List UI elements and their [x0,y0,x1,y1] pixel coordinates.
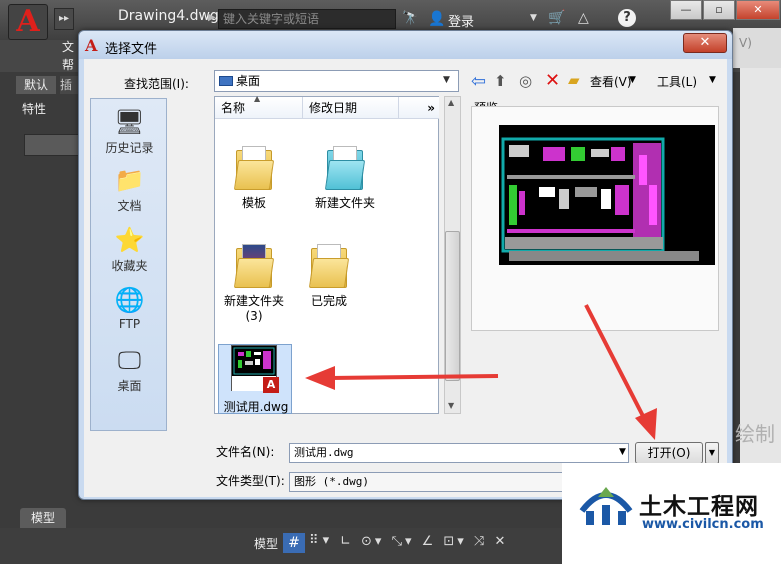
new-folder-icon[interactable]: ▰ [568,71,580,89]
history-icon: 🖥 [114,108,145,136]
favorites-icon: ⭐ [114,226,145,254]
filetype-label: 文件类型(T): [216,474,285,488]
binoculars-icon[interactable]: 🔭 [402,11,418,26]
watermark-url: www.civilcn.com [642,517,764,532]
a360-icon[interactable]: △ [578,10,589,26]
document-title: Drawing4.dwg [118,8,219,24]
view-menu[interactable]: 查看(V) [590,73,632,90]
dialog-close-button[interactable]: ✕ [683,33,727,53]
drawing-preview [499,125,715,265]
documents-icon: 📁 [114,166,145,194]
look-in-value: 桌面 [236,74,261,88]
user-icon[interactable]: 👤 [428,11,445,27]
delete-icon[interactable]: ✕ [545,70,560,91]
background-text: 绘制 [735,422,775,446]
cart-icon[interactable]: 🛒 [548,10,565,26]
autocad-file-badge-icon: A [263,377,279,393]
chevron-down-icon[interactable]: ▼ [530,13,537,23]
scroll-down-icon[interactable]: ▼ [448,401,454,410]
look-in-label: 查找范围(I): [124,77,189,91]
chevron-down-icon[interactable]: ▼ [619,447,626,457]
dialog-title: 选择文件 [105,42,158,57]
folder-icon [324,146,366,190]
menu-file[interactable]: 文 [62,38,74,55]
filename-label: 文件名(N): [216,445,275,459]
sort-ascending-icon: ▲ [254,94,261,103]
ftp-icon: 🌐 [114,286,145,314]
ribbon-tab-insert[interactable]: 插 [60,76,80,94]
place-documents[interactable]: 📁 文档 [91,165,168,214]
preview-image [499,125,715,265]
folder-icon [233,244,275,288]
folder-icon [233,146,275,190]
properties-label: 特性 [22,102,47,116]
maximize-button[interactable]: ▫ [703,0,735,20]
places-bar: 🖥 历史记录 📁 文档 ⭐ 收藏夹 🌐 FTP 🖵 桌面 [90,98,167,431]
tools-menu[interactable]: 工具(L) [657,73,697,90]
autocad-logo-icon: A [85,36,98,55]
status-tools-icons[interactable]: ∟ ⊙▾ ⤡▾ ∠ ⊡▾ ⤨ ✕ [340,534,508,549]
search-expand-icon[interactable]: ▶ [208,12,216,23]
list-item[interactable]: 新建文件夹 (3) [214,244,294,323]
place-desktop[interactable]: 🖵 桌面 [91,345,168,394]
login-link[interactable]: 登录 [448,11,474,30]
filename-input[interactable]: 测试用.dwg [289,443,629,463]
list-item-label: 测试用.dwg [223,400,289,414]
desktop-icon [219,76,233,86]
search-input[interactable]: 键入关键字或短语 [218,9,396,29]
search-web-icon[interactable]: ◎ [519,72,532,90]
ribbon-tab-default[interactable]: 默认 [16,76,56,94]
application-menu-button[interactable]: A [8,4,48,40]
watermark-title: 土木工程网 [639,494,759,520]
view-menu-partial: V) [733,28,781,68]
dwg-thumbnail [233,347,275,375]
quick-access-more-button[interactable]: ▸▸ [54,8,74,30]
desktop-icon: 🖵 [117,346,142,374]
column-more-button[interactable]: » [399,97,439,119]
open-button[interactable]: 打开(O) [635,442,703,464]
select-file-dialog: A 选择文件 ✕ 查找范围(I): 桌面 ▼ ⇦ ⬆ ◎ ✕ ▰ 查看(V) ▼… [78,30,733,500]
model-layout-tab[interactable]: 模型 [20,508,66,528]
back-icon[interactable]: ⇦ [471,71,486,92]
snap-toggle-icon[interactable]: ⠿ ▾ [309,533,329,548]
help-icon[interactable]: ? [618,9,636,27]
open-dropdown-button[interactable]: ▼ [705,442,719,464]
scroll-up-icon[interactable]: ▲ [448,98,454,107]
list-item[interactable]: 模板 [214,146,294,211]
column-header-date[interactable]: 修改日期 [303,97,399,119]
chevron-down-icon[interactable]: ▼ [629,75,636,85]
window-controls: — ▫ ✕ [670,0,780,20]
scrollbar-thumb[interactable] [445,231,460,381]
chevron-down-icon[interactable]: ▼ [709,75,716,85]
status-model-label[interactable]: 模型 [254,535,278,552]
look-in-combobox[interactable]: 桌面 [214,70,459,92]
list-item[interactable]: 已完成 [289,244,369,309]
drawing-area[interactable] [740,36,781,466]
place-history[interactable]: 🖥 历史记录 [91,107,168,156]
palette-button[interactable] [24,134,80,156]
up-folder-icon[interactable]: ⬆ [494,72,507,90]
civilcn-logo-icon [579,487,633,525]
list-item[interactable]: 新建文件夹 [289,146,401,211]
grid-toggle-icon[interactable]: # [283,533,305,553]
folder-icon [308,244,350,288]
place-ftp[interactable]: 🌐 FTP [91,285,168,331]
site-watermark: 土木工程网 www.civilcn.com [562,463,781,564]
window-close-button[interactable]: ✕ [736,0,780,20]
minimize-button[interactable]: — [670,0,702,20]
menu-help[interactable]: 帮 [62,56,74,73]
chevron-down-icon[interactable]: ▼ [443,75,450,85]
dialog-title-bar [79,31,732,59]
place-favorites[interactable]: ⭐ 收藏夹 [91,225,168,274]
